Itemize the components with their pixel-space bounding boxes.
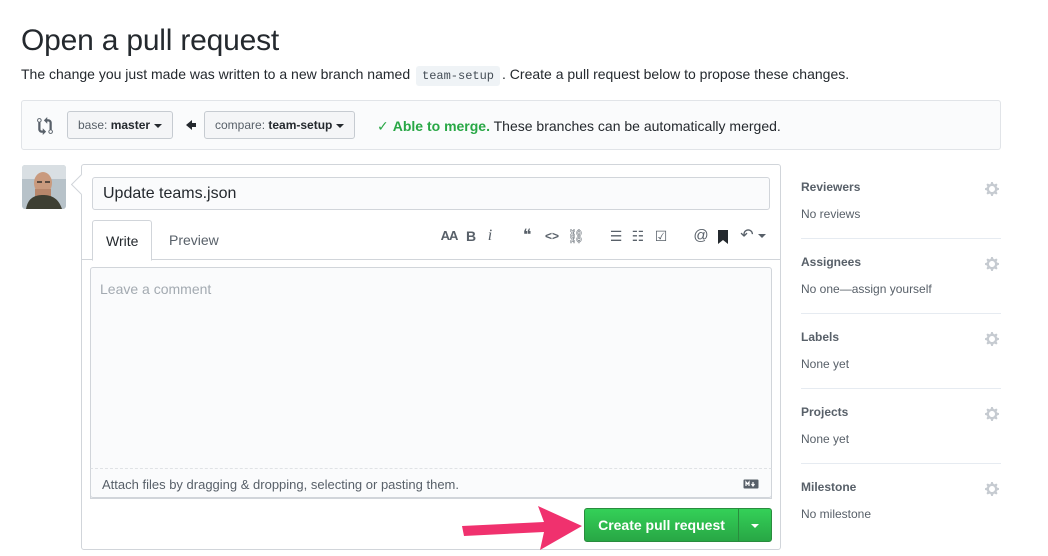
create-pull-request-button[interactable]: Create pull request [584, 508, 739, 542]
gear-icon[interactable] [985, 406, 1001, 422]
merge-status: ✓ Able to merge. These branches can be au… [377, 118, 781, 135]
link-icon[interactable]: ⛓ [567, 226, 585, 246]
reply-icon: ↶ [740, 227, 754, 244]
comment-placeholder: Leave a comment [100, 281, 212, 297]
subtitle-text-after: . Create a pull request below to propose… [502, 66, 850, 82]
annotation-arrow-icon [462, 506, 582, 550]
arrow-left-icon [186, 120, 196, 130]
sidebar-labels: Labels None yet [801, 314, 1001, 389]
create-pull-request-dropdown[interactable] [738, 508, 772, 542]
markdown-icon[interactable] [743, 479, 759, 489]
avatar-image [22, 165, 66, 209]
merge-ok-text: Able to merge. [392, 118, 490, 134]
sidebar-heading: Projects [801, 405, 849, 419]
sidebar-assignees: Assignees No one—assign yourself [801, 239, 1001, 314]
editor-tabs: Write Preview [82, 220, 780, 261]
saved-reply-icon[interactable] [716, 226, 730, 246]
mention-icon[interactable]: @ [693, 226, 709, 246]
sidebar-heading: Assignees [801, 255, 862, 269]
caret-down-icon [751, 524, 759, 528]
attach-files-text: Attach files by dragging & dropping, sel… [102, 477, 459, 492]
reply-dropdown-icon[interactable]: ↶ [738, 226, 768, 246]
compare-label: compare: [215, 118, 266, 132]
code-icon[interactable]: <> [544, 226, 560, 246]
branch-range-bar: base: master compare: team-setup ✓ Able t… [21, 100, 1001, 150]
sidebar-heading: Labels [801, 330, 840, 344]
quote-icon[interactable]: ❝ [520, 226, 534, 246]
italic-icon[interactable]: i [485, 226, 495, 246]
title-input[interactable]: Update teams.json [92, 177, 770, 210]
avatar[interactable] [22, 165, 66, 209]
sidebar-value: None yet [801, 432, 850, 446]
sidebar-reviewers: Reviewers No reviews [801, 164, 1001, 239]
base-label: base: [78, 118, 108, 132]
sidebar-value: No reviews [801, 207, 861, 221]
gear-icon[interactable] [985, 331, 1001, 347]
page-subtitle: The change you just made was written to … [21, 66, 850, 86]
tab-preview[interactable]: Preview [156, 220, 232, 260]
check-icon: ✓ [377, 118, 389, 134]
compare-branch-select[interactable]: compare: team-setup [204, 111, 356, 139]
bold-icon[interactable]: B [465, 226, 477, 246]
sidebar-value: No milestone [801, 507, 872, 521]
task-list-icon[interactable]: ☑ [653, 226, 669, 246]
tab-write[interactable]: Write [92, 220, 153, 261]
ordered-list-icon[interactable]: ☷ [631, 226, 645, 246]
base-branch-select[interactable]: base: master [67, 111, 174, 139]
subtitle-text-before: The change you just made was written to … [21, 66, 411, 82]
caret-down-icon [154, 123, 163, 128]
gear-icon[interactable] [985, 256, 1001, 272]
sidebar-milestone: Milestone No milestone [801, 464, 1001, 539]
sidebar-heading: Milestone [801, 480, 857, 494]
comment-textarea[interactable]: Leave a comment [90, 267, 772, 499]
sidebar-projects: Projects None yet [801, 389, 1001, 464]
caret-down-icon [336, 123, 345, 128]
sidebar-value[interactable]: No one—assign yourself [801, 282, 932, 296]
caret-down-icon [757, 233, 766, 238]
sidebar-value: None yet [801, 357, 850, 371]
git-compare-icon [37, 117, 53, 135]
pull-request-form: Update teams.json Write Preview AA B i ❝… [81, 164, 781, 550]
gear-icon[interactable] [985, 181, 1001, 197]
header-text-icon[interactable]: AA [440, 226, 459, 246]
base-value: master [110, 118, 151, 132]
page-title: Open a pull request [21, 24, 280, 57]
sidebar-heading: Reviewers [801, 180, 861, 194]
unordered-list-icon[interactable]: ☰ [609, 226, 623, 246]
merge-status-text: These branches can be automatically merg… [493, 118, 781, 134]
branch-name-code: team-setup [416, 66, 501, 86]
sidebar: Reviewers No reviews Assignees No one—as… [801, 164, 1001, 539]
gear-icon[interactable] [985, 481, 1001, 497]
attach-files-bar[interactable]: Attach files by dragging & dropping, sel… [90, 468, 772, 498]
compare-value: team-setup [268, 118, 333, 132]
